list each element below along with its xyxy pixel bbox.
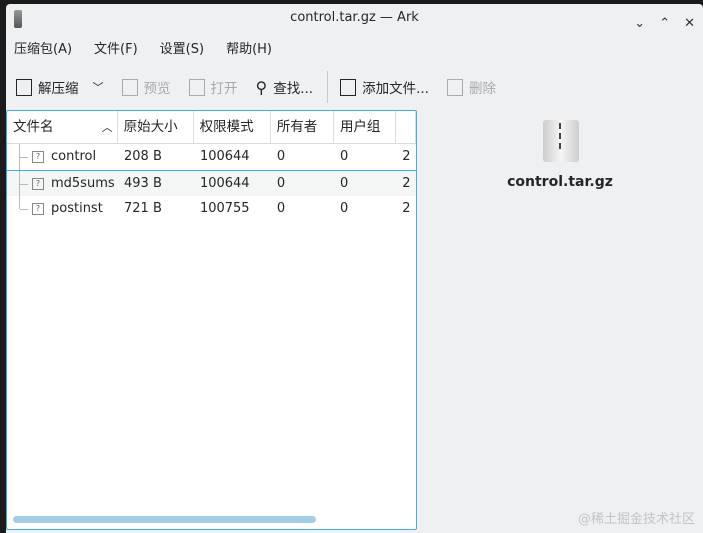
preview-label: 预览	[143, 81, 171, 97]
window-title: control.tar.gz — Ark	[290, 10, 419, 25]
close-icon[interactable]: ✕	[684, 10, 695, 38]
sort-ascending-icon: ︿	[101, 121, 113, 134]
file-owner: 0	[276, 176, 286, 191]
header-size[interactable]: 原始大小	[118, 111, 194, 143]
file-name: md5sums	[51, 176, 115, 191]
ark-window: control.tar.gz — Ark ⌄ ⌃ ✕ 压缩包(A) 文件(F) 设置…	[6, 4, 703, 533]
menu-file[interactable]: 文件(F)	[94, 38, 138, 62]
file-more: 2	[402, 176, 411, 191]
header-owner[interactable]: 所有者	[271, 111, 334, 143]
chevron-down-icon[interactable]: ﹀	[93, 79, 104, 95]
extract-label: 解压缩	[38, 81, 79, 97]
delete-button[interactable]: 删除	[446, 77, 496, 97]
file-group: 0	[340, 176, 349, 191]
delete-icon	[446, 78, 463, 96]
menu-archive[interactable]: 压缩包(A)	[14, 38, 72, 62]
details-panel: control.tar.gz @稀土掘金技术社区	[417, 110, 703, 533]
file-size: 208 B	[124, 149, 162, 164]
table-row[interactable]: ? postinst 721 B 100755 0 0 2	[7, 196, 416, 222]
file-list: 文件名 ︿ 原始大小 权限模式 所有者 用户组 ? control 208 B 1006…	[6, 110, 417, 530]
search-icon: ⚲	[255, 77, 268, 97]
minimize-icon[interactable]: ⌄	[634, 10, 645, 38]
header-permissions[interactable]: 权限模式	[194, 111, 271, 143]
file-group: 0	[340, 149, 349, 164]
table-row[interactable]: ? md5sums 493 B 100644 0 0 2	[7, 170, 416, 196]
file-permissions: 100644	[199, 176, 250, 191]
delete-label: 删除	[468, 81, 496, 97]
open-label: 打开	[210, 81, 238, 97]
add-files-label: 添加文件...	[362, 81, 429, 97]
menu-bar: 压缩包(A) 文件(F) 设置(S) 帮助(H)	[6, 38, 272, 62]
open-button[interactable]: 打开	[188, 77, 238, 97]
file-group: 0	[340, 201, 349, 216]
file-name: postinst	[51, 201, 103, 216]
horizontal-scrollbar[interactable]	[13, 516, 316, 523]
menu-help[interactable]: 帮助(H)	[226, 38, 272, 62]
unknown-file-icon: ?	[32, 178, 44, 190]
preview-icon	[121, 78, 138, 96]
header-name[interactable]: 文件名 ︿	[7, 111, 118, 143]
menu-settings[interactable]: 设置(S)	[160, 38, 204, 62]
unknown-file-icon: ?	[32, 203, 44, 215]
add-file-icon	[340, 78, 357, 96]
unknown-file-icon: ?	[32, 151, 44, 163]
file-size: 721 B	[124, 201, 162, 216]
file-permissions: 100644	[199, 149, 250, 164]
archive-icon	[543, 120, 579, 162]
table-header: 文件名 ︿ 原始大小 权限模式 所有者 用户组	[7, 111, 416, 144]
open-icon	[188, 78, 205, 96]
find-label: 查找...	[273, 81, 314, 97]
header-more[interactable]	[396, 111, 416, 143]
find-button[interactable]: ⚲ 查找...	[255, 77, 314, 98]
add-files-button[interactable]: 添加文件...	[340, 77, 429, 97]
file-owner: 0	[276, 149, 286, 164]
file-permissions: 100755	[199, 201, 250, 216]
archive-filename: control.tar.gz	[507, 174, 613, 190]
toolbar-separator	[327, 71, 329, 103]
maximize-icon[interactable]: ⌃	[659, 10, 670, 38]
file-more: 2	[402, 149, 411, 164]
table-row[interactable]: ? control 208 B 100644 0 0 2	[7, 144, 416, 170]
preview-button[interactable]: 预览	[121, 77, 171, 97]
file-more: 2	[402, 201, 411, 216]
toolbar: 解压缩 ﹀ 预览 打开 ⚲ 查找... 添加文件... 删除	[6, 68, 703, 106]
file-owner: 0	[276, 201, 286, 216]
title-bar: control.tar.gz — Ark ⌄ ⌃ ✕	[6, 4, 703, 34]
watermark: @稀土掘金技术社区	[577, 512, 695, 527]
file-name: control	[51, 149, 97, 164]
extract-icon	[16, 78, 32, 96]
header-group[interactable]: 用户组	[334, 111, 397, 143]
ark-app-icon	[14, 10, 22, 28]
extract-button[interactable]: 解压缩 ﹀	[16, 77, 104, 97]
file-size: 493 B	[124, 176, 162, 191]
